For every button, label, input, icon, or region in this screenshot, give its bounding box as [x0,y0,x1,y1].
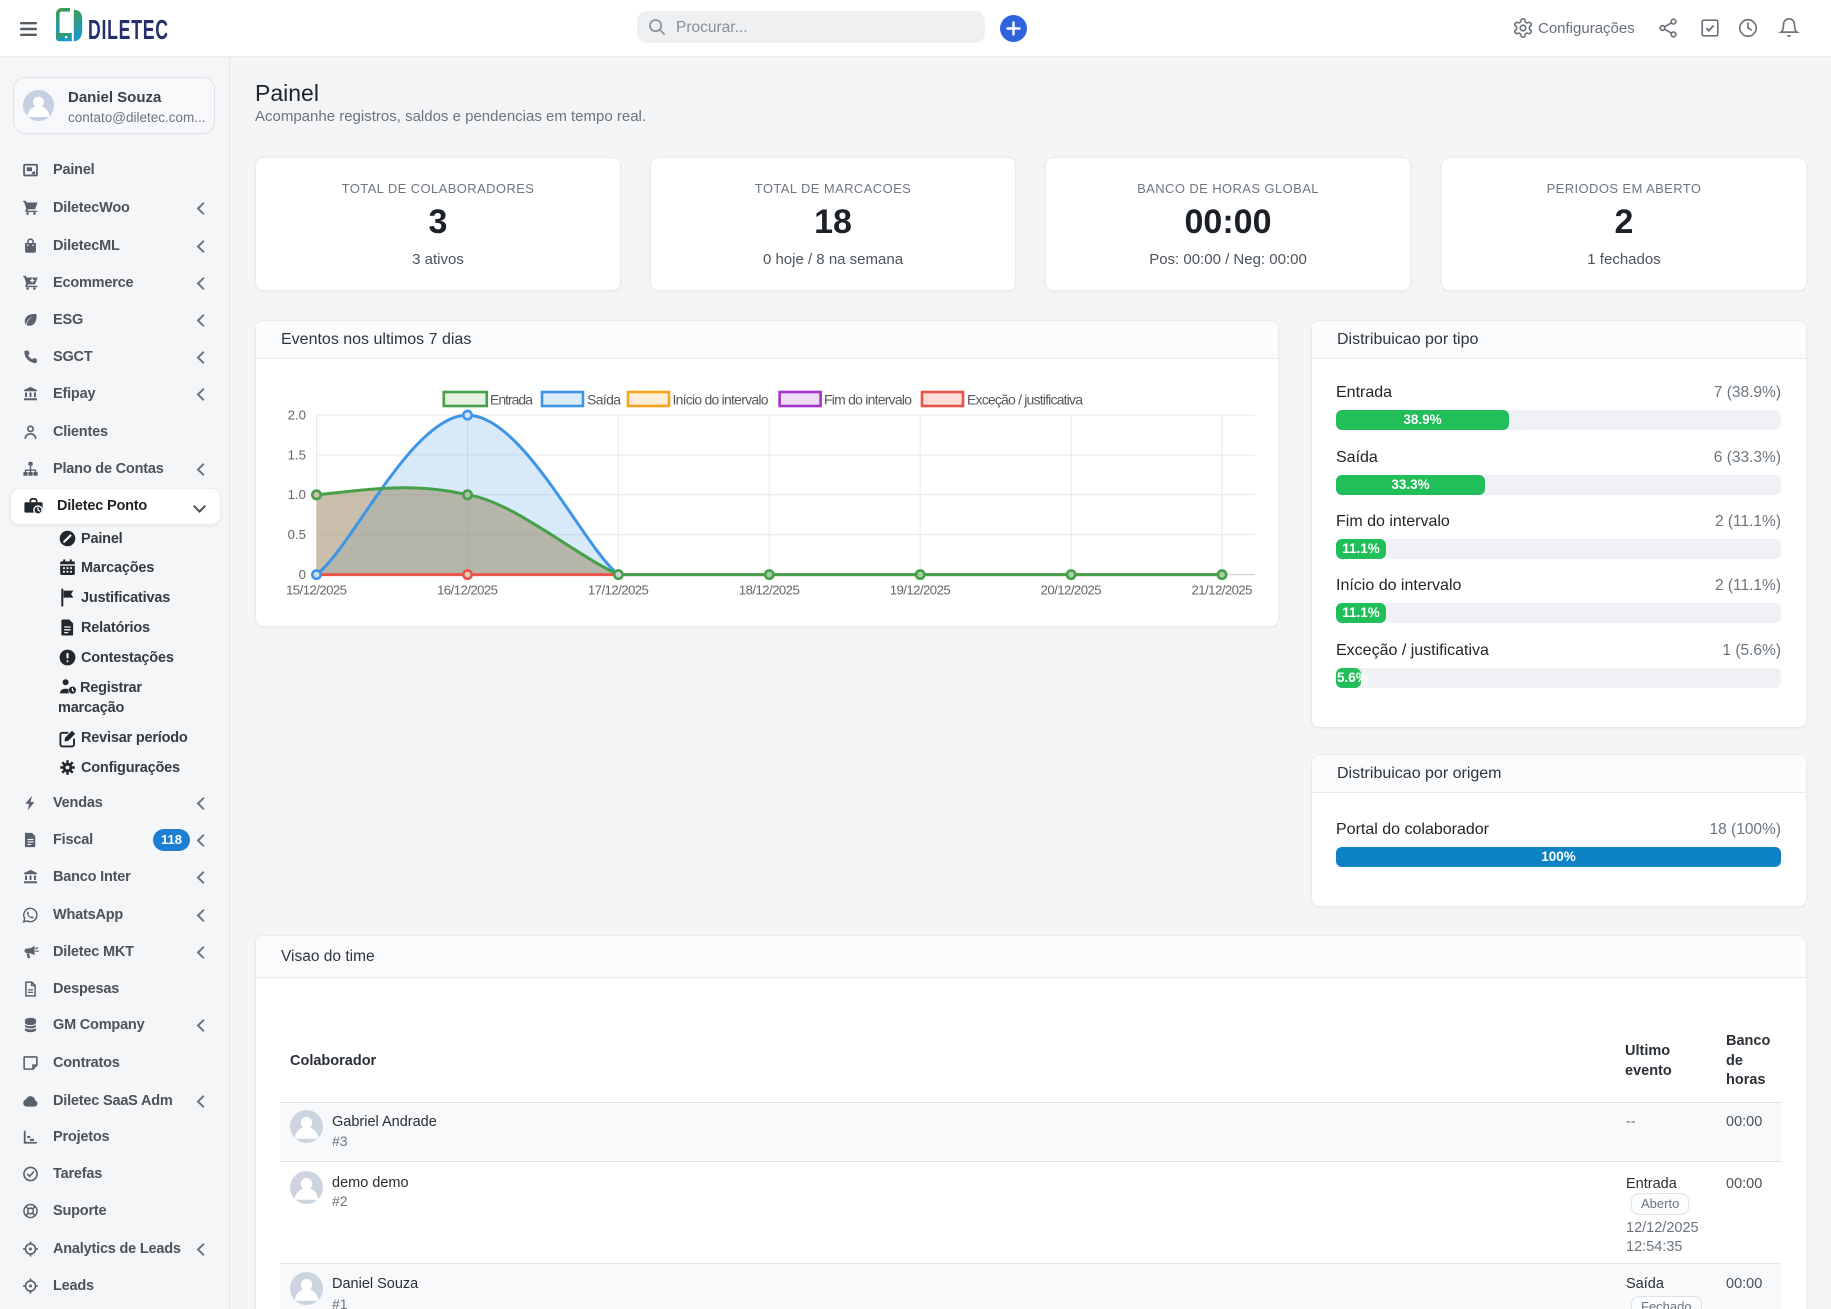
svg-text:Fim do intervalo: Fim do intervalo [824,392,912,408]
svg-text:18/12/2025: 18/12/2025 [739,582,800,597]
svg-text:15/12/2025: 15/12/2025 [286,582,347,597]
svg-text:17/12/2025: 17/12/2025 [588,582,649,597]
svg-text:Saída: Saída [587,392,621,408]
svg-text:21/12/2025: 21/12/2025 [1192,582,1253,597]
svg-text:Entrada: Entrada [490,392,533,408]
svg-text:Início do intervalo: Início do intervalo [673,392,769,408]
svg-text:1.0: 1.0 [288,487,306,502]
svg-text:2.0: 2.0 [288,408,306,423]
svg-text:19/12/2025: 19/12/2025 [890,582,951,597]
svg-text:Exceção / justificativa: Exceção / justificativa [967,392,1083,408]
svg-text:20/12/2025: 20/12/2025 [1041,582,1102,597]
svg-text:16/12/2025: 16/12/2025 [437,582,498,597]
svg-text:1.5: 1.5 [288,447,306,462]
svg-text:0.5: 0.5 [288,527,306,542]
svg-text:0: 0 [299,567,306,582]
